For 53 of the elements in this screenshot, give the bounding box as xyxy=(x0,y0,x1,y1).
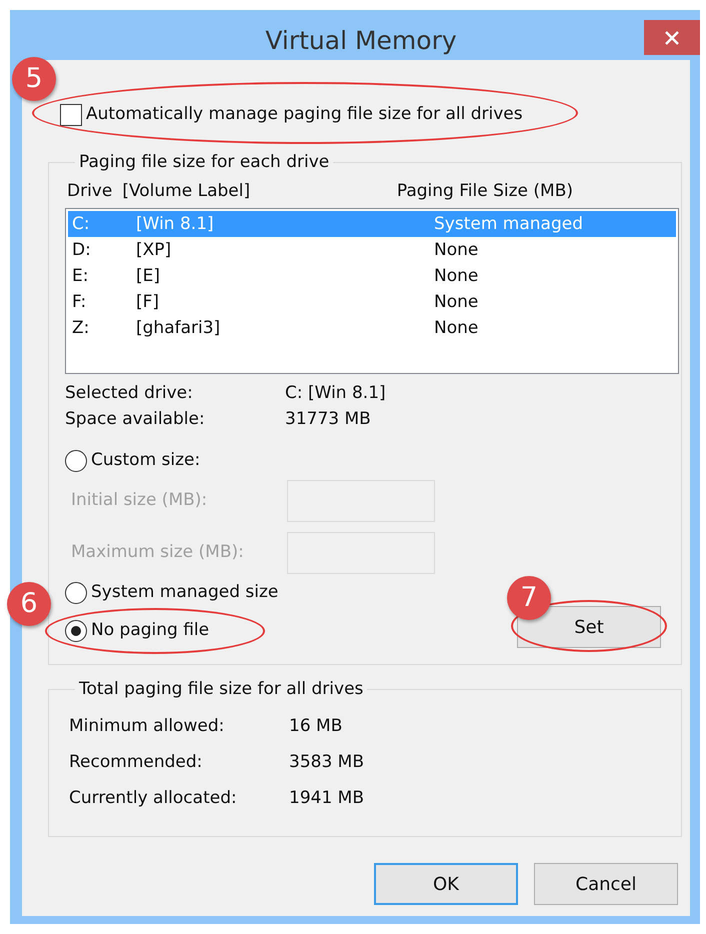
window-title: Virtual Memory xyxy=(264,25,458,56)
info-value: 31773 MB xyxy=(285,408,371,431)
volume-label: [XP] xyxy=(136,239,172,262)
field-label: Maximum size (MB): xyxy=(71,541,245,564)
drive-letter: C: xyxy=(72,213,91,236)
paging-size: None xyxy=(434,291,478,314)
close-icon xyxy=(664,30,680,46)
radio-button[interactable] xyxy=(65,450,87,472)
volume-label: [E] xyxy=(136,265,162,288)
radio-button[interactable] xyxy=(65,582,87,604)
radio-button[interactable] xyxy=(65,620,87,642)
drive-row[interactable]: E: [E] None xyxy=(68,263,676,289)
group-title: Total paging file size for all drives xyxy=(78,681,364,698)
drive-row[interactable]: Z: [ghafari3] None xyxy=(68,315,676,341)
dialog-button[interactable]: Cancel xyxy=(534,863,678,905)
info-label: Selected drive: xyxy=(65,382,194,405)
step-number-badge: 5 xyxy=(12,57,56,101)
column-header: Drive xyxy=(67,180,112,202)
radio-label: System managed size xyxy=(91,581,278,604)
radio-label: No paging file xyxy=(91,619,210,642)
info-value: 16 MB xyxy=(289,715,342,738)
column-header: [Volume Label] xyxy=(122,180,250,202)
volume-label: [ghafari3] xyxy=(136,317,222,340)
drive-letter: D: xyxy=(72,239,92,262)
drive-letter: E: xyxy=(72,265,90,288)
info-label: Space available: xyxy=(65,408,206,431)
step-number-badge: 7 xyxy=(507,576,551,620)
volume-label: [F] xyxy=(136,291,160,314)
info-label: Minimum allowed: xyxy=(69,715,226,738)
drive-row[interactable]: F: [F] None xyxy=(68,289,676,315)
field-label: Initial size (MB): xyxy=(71,489,208,512)
drive-letter: F: xyxy=(72,291,88,314)
column-header: Paging File Size (MB) xyxy=(396,180,573,202)
paging-size: None xyxy=(434,239,478,262)
dialog-button[interactable]: OK xyxy=(374,863,518,905)
checkbox-label: Automatically manage paging file size for all drives xyxy=(86,103,523,126)
info-label: Currently allocated: xyxy=(69,787,238,810)
group-title: Paging file size for each drive xyxy=(78,154,330,170)
info-value: 3583 MB xyxy=(289,751,364,774)
set-button[interactable]: Set xyxy=(517,606,661,648)
info-value: 1941 MB xyxy=(289,787,364,810)
radio-label: Custom size: xyxy=(91,449,200,472)
paging-size: None xyxy=(434,265,478,288)
step-number-badge: 6 xyxy=(7,582,51,626)
close-button[interactable] xyxy=(644,20,700,55)
info-value: C: [Win 8.1] xyxy=(285,382,386,405)
info-label: Recommended: xyxy=(69,751,204,774)
paging-size: System managed xyxy=(434,213,584,236)
drive-row[interactable]: D: [XP] None xyxy=(68,237,676,263)
checkbox[interactable] xyxy=(60,104,82,126)
paging-size: None xyxy=(434,317,478,340)
drive-letter: Z: xyxy=(72,317,90,340)
volume-label: [Win 8.1] xyxy=(136,213,215,236)
